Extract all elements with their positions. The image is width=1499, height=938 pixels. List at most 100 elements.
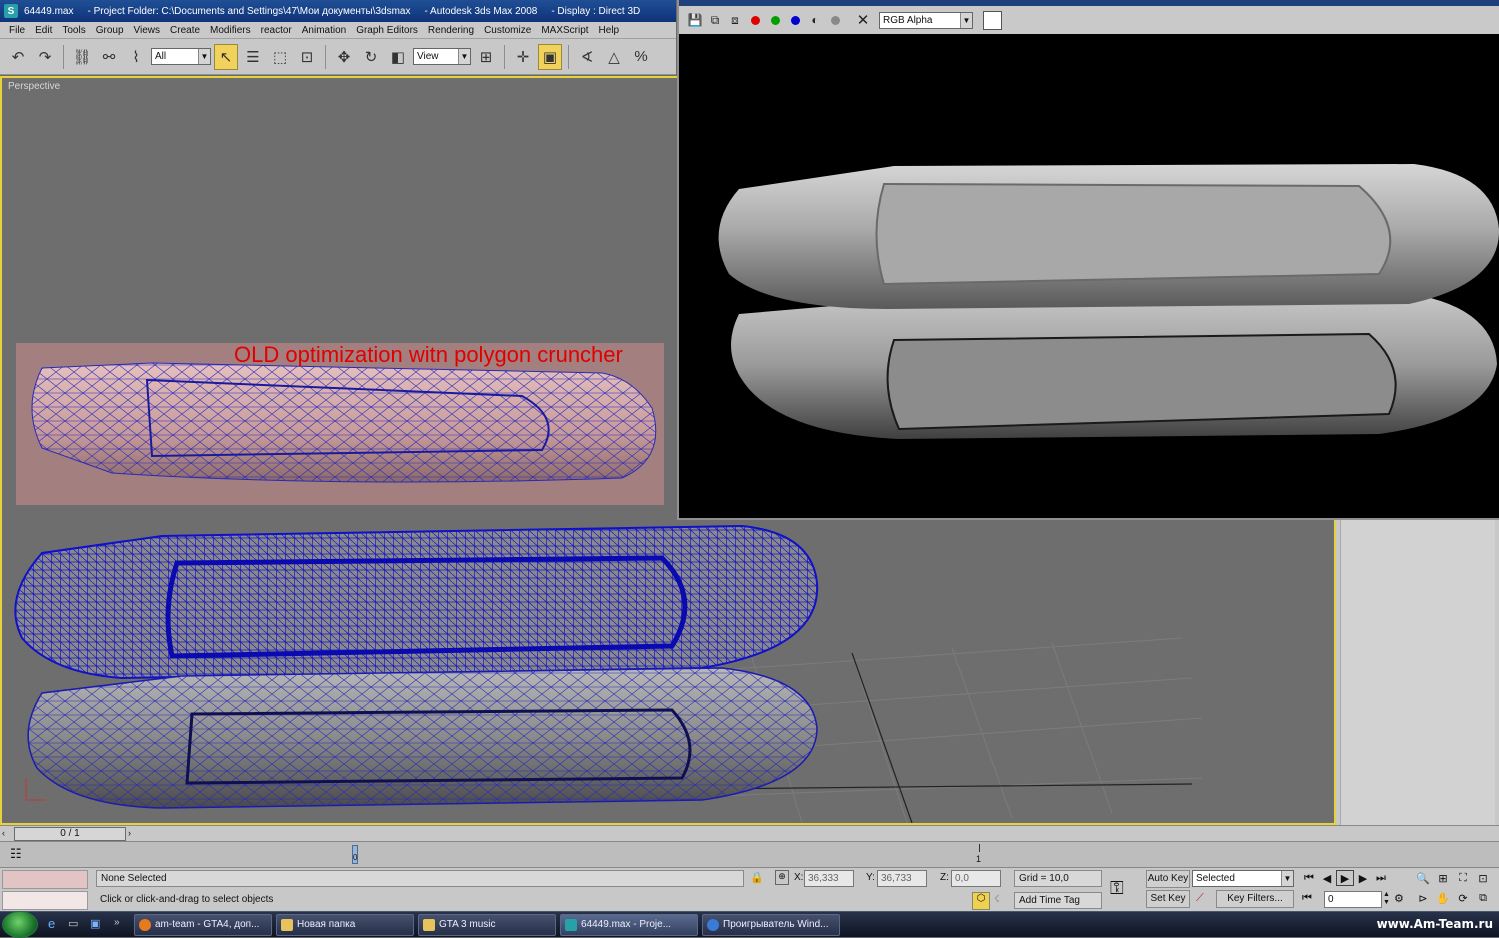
menu-create[interactable]: Create <box>165 25 205 36</box>
percent-snap-icon[interactable]: % <box>629 44 653 70</box>
rectangular-selection-icon[interactable]: ⬚ <box>268 44 292 70</box>
redo-icon[interactable]: ↷ <box>33 44 57 70</box>
pan-view-icon[interactable]: ✋ <box>1434 890 1452 906</box>
key-filters-button[interactable]: Key Filters... <box>1216 890 1294 908</box>
copy-image-icon[interactable]: ⧉ <box>707 11 723 29</box>
bind-to-space-warp-icon[interactable]: ⌇ <box>124 44 148 70</box>
key-mode-toggle-icon[interactable]: ⏮ <box>1302 892 1312 905</box>
maximize-viewport-icon[interactable]: ⧉ <box>1474 890 1492 906</box>
previous-frame-icon[interactable]: ◀ <box>1318 870 1336 886</box>
time-slider-prev-icon[interactable]: ‹ <box>2 828 5 838</box>
switch-windows-icon[interactable]: ▣ <box>90 917 100 930</box>
go-to-end-icon[interactable]: ⏭ <box>1372 870 1390 886</box>
green-channel-button[interactable] <box>767 11 783 29</box>
save-image-icon[interactable]: 💾 <box>687 11 703 29</box>
menu-views[interactable]: Views <box>129 25 166 36</box>
menu-reactor[interactable]: reactor <box>256 25 297 36</box>
time-slider-next-icon[interactable]: › <box>128 828 131 838</box>
select-and-scale-icon[interactable]: ◧ <box>386 44 410 70</box>
auto-key-button[interactable]: Auto Key <box>1146 870 1190 888</box>
start-button[interactable] <box>2 911 38 938</box>
maxscript-listener-mini[interactable] <box>2 870 88 889</box>
internet-explorer-icon[interactable]: e <box>48 916 55 931</box>
color-swatch[interactable] <box>983 10 1002 30</box>
menu-tools[interactable]: Tools <box>57 25 90 36</box>
time-slider[interactable]: ‹ 0 / 1 › <box>0 825 1499 841</box>
x-coordinate-field[interactable]: 36,333 <box>804 870 854 887</box>
zoom-icon[interactable]: 🔍 <box>1414 870 1432 886</box>
menu-customize[interactable]: Customize <box>479 25 536 36</box>
red-channel-button[interactable] <box>747 11 763 29</box>
task-firefox[interactable]: am-team - GTA4, доп... <box>134 914 272 936</box>
menu-graph-editors[interactable]: Graph Editors <box>351 25 423 36</box>
menu-modifiers[interactable]: Modifiers <box>205 25 256 36</box>
select-and-move-icon[interactable]: ✥ <box>332 44 356 70</box>
z-coordinate-field[interactable]: 0,0 <box>951 870 1001 887</box>
time-slider-thumb[interactable]: 0 / 1 <box>14 827 126 841</box>
select-and-rotate-icon[interactable]: ↻ <box>359 44 383 70</box>
quick-launch-more-icon[interactable]: » <box>114 917 120 928</box>
undo-icon[interactable]: ↶ <box>6 44 30 70</box>
menu-maxscript[interactable]: MAXScript <box>536 25 593 36</box>
select-by-name-icon[interactable]: ☰ <box>241 44 265 70</box>
alpha-channel-icon[interactable]: ◐ <box>807 11 823 29</box>
clone-window-icon[interactable]: ⧈ <box>727 11 743 29</box>
key-mode-dropdown[interactable]: Selected ▼ <box>1192 870 1294 887</box>
play-icon[interactable]: ▶ <box>1336 870 1354 886</box>
track-bar[interactable]: ☷ 0 1 <box>0 841 1499 867</box>
rendered-frame-window[interactable]: 💾 ⧉ ⧈ ◐ ✕ RGB Alpha ▼ <box>677 0 1499 520</box>
selection-lock-icon[interactable]: 🔒 <box>750 871 764 884</box>
set-keys-key-icon[interactable]: ⚿ <box>1110 878 1124 899</box>
field-of-view-icon[interactable]: ⊳ <box>1414 890 1432 906</box>
menu-group[interactable]: Group <box>91 25 129 36</box>
blue-channel-button[interactable] <box>787 11 803 29</box>
task-new-folder-label: Новая папка <box>297 919 356 930</box>
selection-filter-dropdown[interactable]: All ▼ <box>151 48 211 65</box>
pivot-point-icon[interactable]: ⊞ <box>474 44 498 70</box>
menu-animation[interactable]: Animation <box>297 25 351 36</box>
task-gta-music[interactable]: GTA 3 music <box>418 914 556 936</box>
angle-snap-icon[interactable]: △ <box>602 44 626 70</box>
default-in-out-tangent-icon[interactable]: ⟋ <box>1196 892 1204 905</box>
keyboard-shortcut-override-icon[interactable]: ▣ <box>538 43 562 70</box>
task-media-player[interactable]: Проигрыватель Wind... <box>702 914 840 936</box>
time-configuration-icon[interactable]: ⚙ <box>1394 892 1404 905</box>
maxscript-listener-output[interactable] <box>2 891 88 910</box>
zoom-extents-all-icon[interactable]: ⊡ <box>1474 870 1492 886</box>
next-frame-icon[interactable]: ▶ <box>1354 870 1372 886</box>
track-zero-marker[interactable]: 0 <box>352 845 358 864</box>
absolute-transform-icon[interactable]: ⊕ <box>775 870 789 885</box>
menu-help[interactable]: Help <box>594 25 625 36</box>
snaps-toggle-icon[interactable]: ∢ <box>575 44 599 70</box>
adaptive-degradation-icon[interactable]: ⬡ <box>972 892 990 910</box>
task-new-folder[interactable]: Новая папка <box>276 914 414 936</box>
go-to-start-icon[interactable]: ⏮ <box>1300 870 1318 886</box>
display-channel-dropdown[interactable]: RGB Alpha ▼ <box>879 11 973 29</box>
menu-rendering[interactable]: Rendering <box>423 25 479 36</box>
show-desktop-icon[interactable]: ▭ <box>68 917 78 930</box>
y-coordinate-field[interactable]: 36,733 <box>877 870 927 887</box>
clear-icon[interactable]: ✕ <box>855 11 871 29</box>
frame-spinner-icon[interactable]: ▲ ▼ <box>1383 891 1390 907</box>
arc-rotate-icon[interactable]: ⟳ <box>1454 890 1472 906</box>
playback-controls: ⏮ ◀ ▶ ▶ ⏭ <box>1300 870 1390 886</box>
3dsmax-app-icon[interactable]: S <box>4 4 18 18</box>
monochrome-icon[interactable] <box>827 11 843 29</box>
unlink-selection-icon[interactable]: ⚯ <box>97 44 121 70</box>
current-frame-field[interactable]: 0 <box>1324 891 1382 908</box>
task-3dsmax[interactable]: 64449.max - Proje... <box>560 914 698 936</box>
time-tag-icon[interactable]: ☇ <box>994 894 1000 905</box>
add-time-tag-button[interactable]: Add Time Tag <box>1014 892 1102 909</box>
select-object-icon[interactable]: ↖ <box>214 43 238 70</box>
command-panel[interactable] <box>1336 520 1499 825</box>
zoom-all-icon[interactable]: ⊞ <box>1434 870 1452 886</box>
curve-editor-icon[interactable]: ☷ <box>10 846 22 862</box>
window-crossing-icon[interactable]: ⊡ <box>295 44 319 70</box>
reference-coord-dropdown[interactable]: View ▼ <box>413 48 471 65</box>
zoom-extents-icon[interactable]: ⛶ <box>1454 870 1472 886</box>
select-and-manipulate-icon[interactable]: ✛ <box>511 44 535 70</box>
select-and-link-icon[interactable]: ⛓ <box>70 44 94 70</box>
menu-file[interactable]: File <box>4 25 30 36</box>
menu-edit[interactable]: Edit <box>30 25 57 36</box>
set-key-button[interactable]: Set Key <box>1146 890 1190 908</box>
